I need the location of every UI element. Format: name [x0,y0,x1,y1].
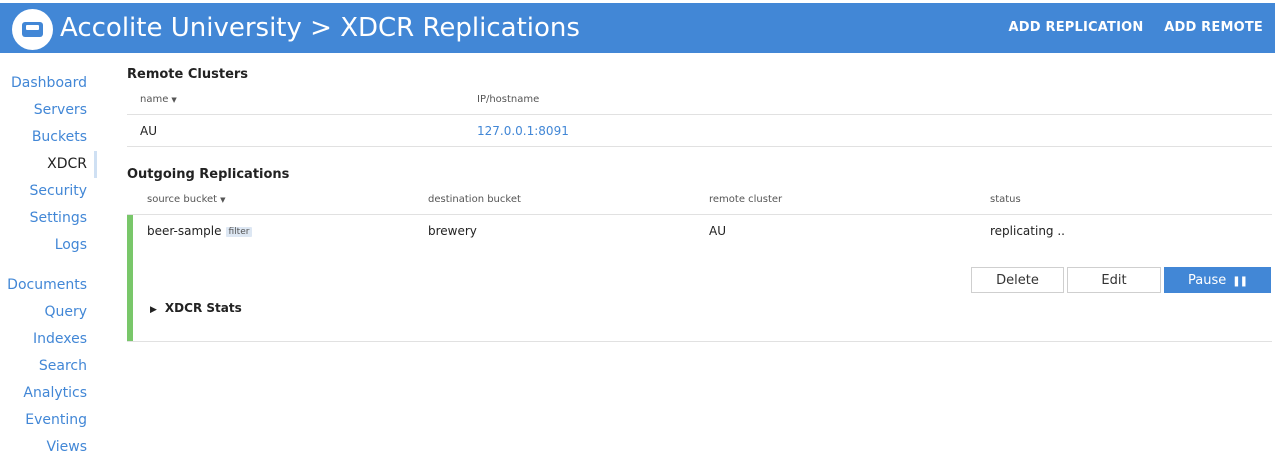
sidebar-item-settings[interactable]: Settings [0,205,97,232]
sidebar-item-indexes[interactable]: Indexes [0,326,97,353]
column-header-name[interactable]: name ▼ [140,94,177,105]
delete-button[interactable]: Delete [971,267,1064,293]
divider [127,341,1272,342]
sidebar-item-analytics[interactable]: Analytics [0,380,97,407]
sidebar-item-eventing[interactable]: Eventing [0,407,97,434]
divider [127,214,1272,215]
divider [127,146,1272,147]
replication-status: replicating .. [990,224,1065,238]
add-remote-link[interactable]: ADD REMOTE [1164,20,1263,35]
sidebar-item-security[interactable]: Security [0,178,97,205]
sort-caret-icon: ▼ [171,96,177,104]
page-title: Accolite University > XDCR Replications [60,13,580,43]
sort-caret-icon: ▼ [220,196,226,204]
replication-source-bucket: beer-sample filter [147,224,253,238]
remote-clusters-title: Remote Clusters [127,67,249,82]
sidebar: Dashboard Servers Buckets XDCR Security … [0,70,97,461]
remote-cluster-name: AU [140,124,157,138]
sidebar-item-query[interactable]: Query [0,299,97,326]
sidebar-item-views[interactable]: Views [0,434,97,461]
column-header-status: status [990,194,1021,205]
replication-remote-cluster: AU [709,224,726,238]
sidebar-item-xdcr[interactable]: XDCR [0,151,97,178]
divider [127,114,1272,115]
replication-destination-bucket: brewery [428,224,477,238]
sidebar-item-documents[interactable]: Documents [0,272,97,299]
pause-icon: ❚❚ [1232,276,1248,287]
sidebar-item-dashboard[interactable]: Dashboard [0,70,97,97]
column-header-ip: IP/hostname [477,94,540,105]
couchbase-logo-icon[interactable] [12,9,53,50]
top-bar: Accolite University > XDCR Replications … [0,3,1275,53]
expand-triangle-icon: ▶ [150,305,157,315]
column-header-remote-cluster: remote cluster [709,194,783,205]
pause-button[interactable]: Pause ❚❚ [1164,267,1271,293]
column-header-destination-bucket: destination bucket [428,194,521,205]
replication-status-bar [127,215,133,342]
top-actions: ADD REPLICATION ADD REMOTE [993,3,1263,53]
outgoing-replications-title: Outgoing Replications [127,167,290,182]
xdcr-stats-toggle[interactable]: ▶ XDCR Stats [150,301,242,315]
sidebar-item-search[interactable]: Search [0,353,97,380]
sidebar-item-logs[interactable]: Logs [0,232,97,259]
sidebar-item-buckets[interactable]: Buckets [0,124,97,151]
add-replication-link[interactable]: ADD REPLICATION [1009,20,1144,35]
edit-button[interactable]: Edit [1067,267,1161,293]
column-header-source-bucket[interactable]: source bucket ▼ [147,194,225,205]
remote-cluster-ip-link[interactable]: 127.0.0.1:8091 [477,124,569,138]
filter-badge: filter [225,227,253,237]
sidebar-item-servers[interactable]: Servers [0,97,97,124]
